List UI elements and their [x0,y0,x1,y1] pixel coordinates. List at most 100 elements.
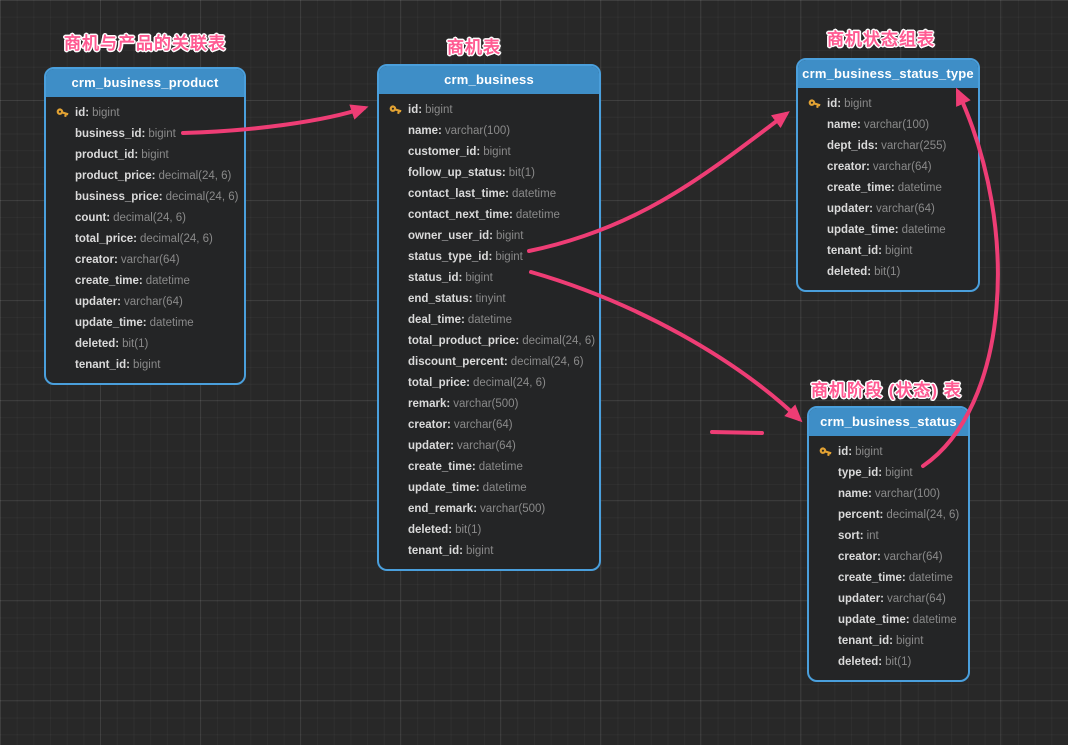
field-row[interactable]: type_id:bigint [819,462,962,483]
field-row[interactable]: total_price:decimal(24, 6) [56,228,238,249]
field-name: updater: [75,296,121,308]
field-row[interactable]: count:decimal(24, 6) [56,207,238,228]
field-row[interactable]: updater:varchar(64) [819,588,962,609]
field-name: tenant_id: [75,359,130,371]
field-row[interactable]: total_price:decimal(24, 6) [389,372,593,393]
field-row[interactable]: updater:varchar(64) [389,435,593,456]
field-row[interactable]: status_type_id:bigint [389,246,593,267]
field-row[interactable]: update_time:datetime [819,609,962,630]
er-diagram-canvas[interactable]: 商机与产品的关联表 商机表 商机状态组表 商机阶段 (状态) 表 crm_bus… [0,0,1068,745]
field-row[interactable]: total_product_price:decimal(24, 6) [389,330,593,351]
field-row[interactable]: name:varchar(100) [389,120,593,141]
table-crm-business[interactable]: crm_business id:bigintname:varchar(100)c… [377,64,601,571]
field-row[interactable]: update_time:datetime [389,477,593,498]
field-name: create_time: [827,182,895,194]
field-name: total_product_price: [408,335,519,347]
field-row[interactable]: deleted:bit(1) [56,333,238,354]
field-type: datetime [902,224,946,236]
field-row[interactable]: tenant_id:bigint [819,630,962,651]
field-type: decimal(24, 6) [473,377,546,389]
field-row[interactable]: deleted:bit(1) [389,519,593,540]
field-type: bigint [141,149,169,161]
field-type: varchar(64) [884,551,943,563]
field-row[interactable]: sort:int [819,525,962,546]
field-row[interactable]: contact_last_time:datetime [389,183,593,204]
field-row[interactable]: status_id:bigint [389,267,593,288]
field-name: create_time: [408,461,476,473]
field-row[interactable]: id:bigint [389,99,593,120]
field-name: create_time: [75,275,143,287]
field-type: varchar(64) [121,254,180,266]
field-name: id: [838,446,852,458]
field-row[interactable]: create_time:datetime [819,567,962,588]
field-row[interactable]: id:bigint [56,102,238,123]
field-name: total_price: [408,377,470,389]
table-crm-business-status[interactable]: crm_business_status id:biginttype_id:big… [807,406,970,682]
field-row[interactable]: deleted:bit(1) [808,261,972,282]
field-row[interactable]: create_time:datetime [389,456,593,477]
field-type: bigint [855,446,883,458]
field-row[interactable]: updater:varchar(64) [56,291,238,312]
field-name: name: [838,488,872,500]
field-row[interactable]: create_time:datetime [56,270,238,291]
field-row[interactable]: id:bigint [808,93,972,114]
field-name: customer_id: [408,146,480,158]
field-row[interactable]: name:varchar(100) [819,483,962,504]
field-name: deleted: [838,656,882,668]
field-row[interactable]: business_price:decimal(24, 6) [56,186,238,207]
field-name: deal_time: [408,314,465,326]
field-name: status_id: [408,272,462,284]
field-row[interactable]: dept_ids:varchar(255) [808,135,972,156]
table-header[interactable]: crm_business_product [46,69,244,97]
field-type: varchar(64) [124,296,183,308]
field-row[interactable]: name:varchar(100) [808,114,972,135]
primary-key-icon [54,104,70,120]
field-row[interactable]: end_status:tinyint [389,288,593,309]
field-name: percent: [838,509,883,521]
field-row[interactable]: creator:varchar(64) [389,414,593,435]
primary-key-cell [819,445,838,458]
field-row[interactable]: follow_up_status:bit(1) [389,162,593,183]
field-row[interactable]: customer_id:bigint [389,141,593,162]
field-row[interactable]: deleted:bit(1) [819,651,962,672]
field-row[interactable]: product_price:decimal(24, 6) [56,165,238,186]
field-row[interactable]: end_remark:varchar(500) [389,498,593,519]
field-type: varchar(100) [864,119,929,131]
field-row[interactable]: update_time:datetime [56,312,238,333]
table-crm-business-product[interactable]: crm_business_product id:bigintbusiness_i… [44,67,246,385]
field-row[interactable]: tenant_id:bigint [389,540,593,561]
field-row[interactable]: creator:varchar(64) [819,546,962,567]
field-row[interactable]: product_id:bigint [56,144,238,165]
field-row[interactable]: tenant_id:bigint [808,240,972,261]
field-name: deleted: [408,524,452,536]
field-row[interactable]: creator:varchar(64) [808,156,972,177]
field-row[interactable]: owner_user_id:bigint [389,225,593,246]
table-header[interactable]: crm_business_status_type [798,60,978,88]
field-row[interactable]: tenant_id:bigint [56,354,238,375]
field-row[interactable]: remark:varchar(500) [389,393,593,414]
field-name: tenant_id: [838,635,893,647]
table-header[interactable]: crm_business [379,66,599,94]
annotation-label-business-product: 商机与产品的关联表 [64,29,226,54]
field-row[interactable]: contact_next_time:datetime [389,204,593,225]
field-row[interactable]: deal_time:datetime [389,309,593,330]
field-type: datetime [512,188,556,200]
table-crm-business-status-type[interactable]: crm_business_status_type id:bigintname:v… [796,58,980,292]
field-type: decimal(24, 6) [886,509,959,521]
field-row[interactable]: updater:varchar(64) [808,198,972,219]
field-type: varchar(500) [480,503,545,515]
field-name: end_remark: [408,503,477,515]
field-row[interactable]: create_time:datetime [808,177,972,198]
field-row[interactable]: discount_percent:decimal(24, 6) [389,351,593,372]
field-row[interactable]: creator:varchar(64) [56,249,238,270]
field-row[interactable]: business_id:bigint [56,123,238,144]
field-row[interactable]: percent:decimal(24, 6) [819,504,962,525]
table-body: id:bigintname:varchar(100)dept_ids:varch… [798,88,978,290]
table-header[interactable]: crm_business_status [809,408,968,436]
field-row[interactable]: id:bigint [819,441,962,462]
field-type: decimal(24, 6) [113,212,186,224]
field-type: tinyint [476,293,506,305]
field-type: bigint [425,104,453,116]
field-row[interactable]: update_time:datetime [808,219,972,240]
field-name: follow_up_status: [408,167,506,179]
